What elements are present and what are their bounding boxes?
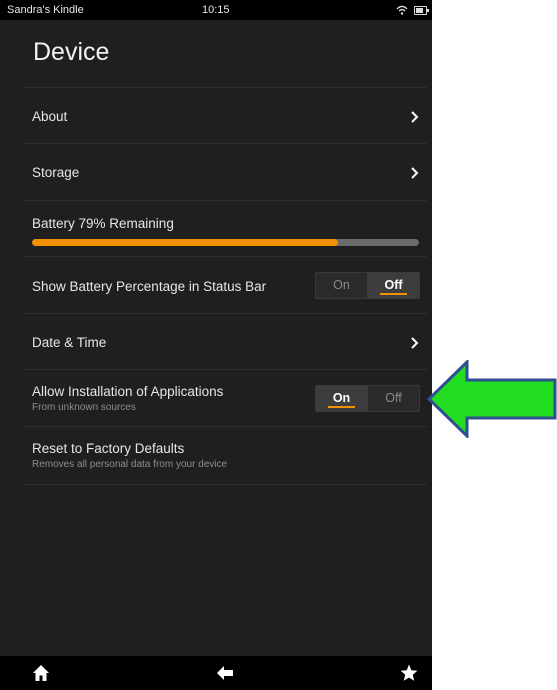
toggle-off-label: Off [385, 391, 402, 405]
settings-item-storage[interactable]: Storage [24, 143, 427, 201]
about-label: About [32, 109, 68, 124]
settings-item-reset-factory-defaults[interactable]: Reset to Factory Defaults Removes all pe… [24, 426, 427, 485]
toggle-on-option[interactable]: On [316, 273, 368, 298]
selected-underline [328, 406, 355, 408]
battery-progress-fill [32, 239, 338, 246]
settings-item-battery: Battery 79% Remaining [24, 200, 427, 257]
reset-factory-defaults-sublabel: Removes all personal data from your devi… [32, 459, 228, 470]
chevron-right-icon [411, 111, 419, 123]
date-time-label: Date & Time [32, 335, 107, 350]
battery-icon [414, 6, 429, 15]
wifi-icon [396, 5, 408, 15]
home-icon[interactable] [32, 664, 50, 682]
reset-factory-defaults-label: Reset to Factory Defaults [32, 441, 185, 456]
settings-item-date-time[interactable]: Date & Time [24, 313, 427, 370]
toggle-on-option[interactable]: On [316, 386, 368, 411]
battery-remaining-label: Battery 79% Remaining [32, 216, 174, 231]
device-owner-name: Sandra's Kindle [7, 4, 84, 16]
toggle-off-label: Off [384, 278, 403, 292]
toggle-off-option[interactable]: Off [368, 273, 419, 298]
battery-progress-bar [32, 239, 419, 246]
settings-item-show-battery-percentage: Show Battery Percentage in Status Bar On… [24, 256, 427, 314]
favorites-star-icon[interactable] [400, 664, 418, 682]
chevron-right-icon [411, 167, 419, 179]
settings-item-about[interactable]: About [24, 87, 427, 144]
selected-underline [380, 293, 407, 295]
kindle-screen: Sandra's Kindle 10:15 Device About Stora… [0, 0, 432, 690]
back-arrow-icon[interactable] [216, 664, 234, 682]
show-battery-percentage-label: Show Battery Percentage in Status Bar [32, 279, 267, 294]
status-bar: Sandra's Kindle 10:15 [0, 0, 432, 20]
show-battery-percentage-toggle[interactable]: On Off [315, 272, 420, 299]
settings-item-allow-installation: Allow Installation of Applications From … [24, 369, 427, 427]
toggle-off-option[interactable]: Off [368, 386, 419, 411]
storage-label: Storage [32, 165, 80, 180]
toggle-on-label: On [333, 278, 350, 292]
page-title: Device [33, 38, 110, 66]
allow-installation-sublabel: From unknown sources [32, 402, 136, 413]
toggle-on-label: On [332, 391, 351, 405]
allow-installation-label: Allow Installation of Applications [32, 384, 224, 399]
green-arrow-callout [427, 360, 557, 438]
allow-installation-toggle[interactable]: On Off [315, 385, 420, 412]
status-clock: 10:15 [202, 4, 230, 16]
bottom-nav-bar [0, 656, 432, 690]
chevron-right-icon [411, 337, 419, 349]
